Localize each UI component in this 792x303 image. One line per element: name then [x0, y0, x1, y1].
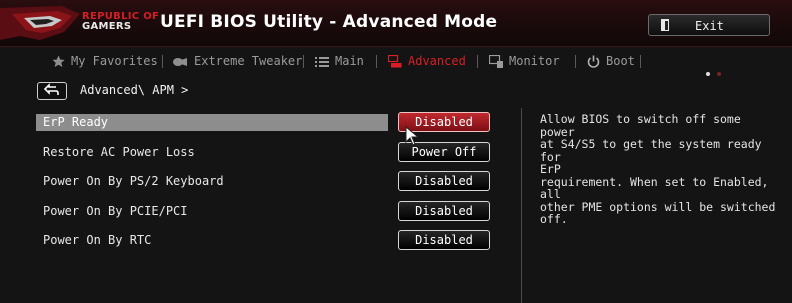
setting-row-power-on-by-pcie-pci[interactable]: Power On By PCIE/PCI Disabled [36, 201, 504, 221]
tab-divider [640, 55, 641, 68]
exit-label: Exit [695, 19, 724, 33]
tab-advanced[interactable]: Advanced [388, 48, 466, 74]
tab-main[interactable]: Main [315, 48, 364, 74]
tab-divider [303, 55, 304, 68]
tab-divider [477, 55, 478, 68]
setting-row-erp-ready[interactable]: ErP Ready Disabled [36, 112, 504, 132]
door-icon [661, 19, 669, 31]
tweaker-icon [173, 57, 187, 66]
tab-my-favorites[interactable]: My Favorites [52, 48, 158, 74]
star-icon [52, 55, 65, 67]
tab-label: Main [335, 54, 364, 68]
app-title: UEFI BIOS Utility - Advanced Mode [160, 12, 498, 32]
setting-label: Power On By PCIE/PCI [43, 204, 188, 218]
menu-bar: My Favorites Extreme Tweaker Main Advanc… [22, 48, 782, 76]
setting-label: Restore AC Power Loss [43, 145, 195, 159]
power-on-by-pcie-pci-value-button[interactable]: Disabled [398, 201, 490, 221]
power-on-by-rtc-value-button[interactable]: Disabled [398, 230, 490, 250]
tab-label: Boot [606, 54, 635, 68]
tab-label: Monitor [509, 54, 560, 68]
monitor-icon [489, 55, 503, 68]
setting-row-restore-ac-power-loss[interactable]: Restore AC Power Loss Power Off [36, 142, 504, 162]
list-icon [315, 56, 329, 67]
back-button[interactable] [37, 82, 67, 100]
settings-list: ErP Ready Disabled Restore AC Power Loss… [36, 108, 504, 303]
power-on-by-ps2-keyboard-value-button[interactable]: Disabled [398, 171, 490, 191]
advanced-icon [388, 55, 402, 68]
tab-divider [376, 55, 377, 68]
power-icon [587, 55, 600, 68]
title-bar: REPUBLIC OF GAMERS UEFI BIOS Utility - A… [0, 0, 792, 47]
tab-monitor[interactable]: Monitor [489, 48, 560, 74]
tab-boot[interactable]: Boot [587, 48, 635, 74]
setting-row-power-on-by-ps2-keyboard[interactable]: Power On By PS/2 Keyboard Disabled [36, 171, 504, 191]
setting-label: Power On By PS/2 Keyboard [43, 174, 224, 188]
tab-label: Advanced [408, 54, 466, 68]
tab-divider [575, 55, 576, 68]
tab-extreme-tweaker[interactable]: Extreme Tweaker [172, 48, 302, 74]
setting-row-power-on-by-rtc[interactable]: Power On By RTC Disabled [36, 230, 504, 250]
tab-label: My Favorites [71, 54, 158, 68]
setting-label: ErP Ready [43, 115, 109, 129]
breadcrumb: Advanced\ APM > [80, 83, 189, 97]
panel-divider [521, 108, 522, 303]
page-dot-active[interactable] [706, 72, 710, 76]
setting-label: Power On By RTC [43, 233, 152, 247]
tab-divider [162, 55, 163, 68]
mouse-pointer-icon [405, 126, 419, 146]
back-arrow-icon [43, 83, 59, 95]
brand-logo-text: REPUBLIC OF GAMERS [82, 12, 159, 32]
exit-button[interactable]: Exit [648, 14, 770, 36]
page-indicator[interactable] [706, 59, 728, 85]
page-dot[interactable] [717, 72, 721, 76]
brand-line-2: GAMERS [82, 21, 132, 32]
help-text: Allow BIOS to switch off some power at S… [540, 112, 776, 226]
tab-label: Extreme Tweaker [194, 54, 303, 68]
